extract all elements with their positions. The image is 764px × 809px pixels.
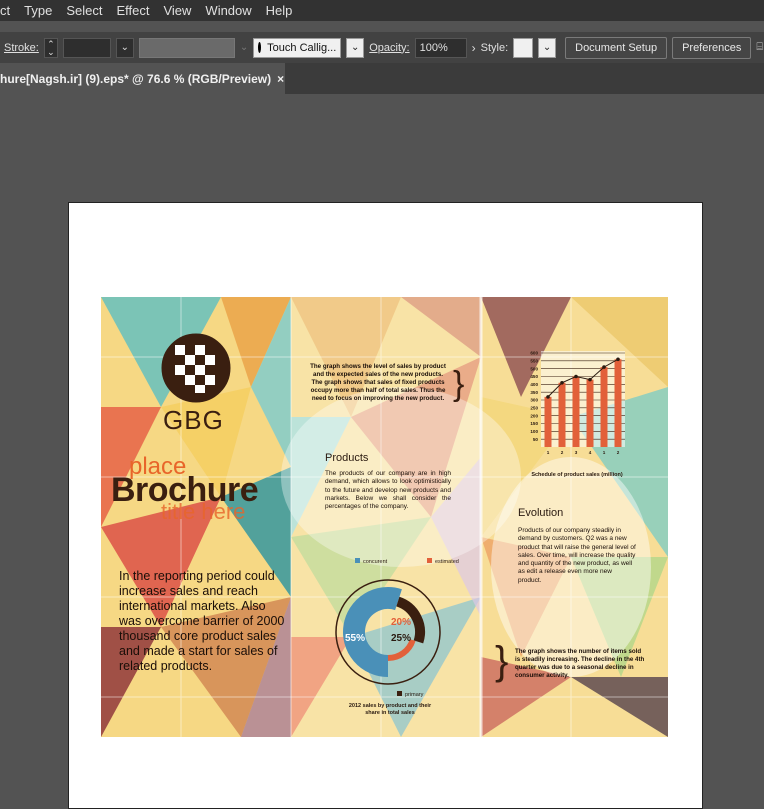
bar-chart-caption: Schedule of product sales (million) [531, 472, 623, 478]
legend-concurrent: concurent [355, 558, 387, 565]
menu-view[interactable]: View [156, 3, 198, 18]
bar-ytick-label: 450 [530, 374, 538, 379]
donut-pct-20: 20% [391, 617, 412, 628]
stroke-weight-field[interactable] [62, 37, 111, 58]
bar-trend-point [602, 365, 606, 369]
brush-name: Touch Callig... [267, 41, 337, 54]
globe-logo-icon [161, 333, 231, 403]
stroke-label: Stroke: [4, 41, 39, 54]
bar [544, 396, 552, 447]
bar-xtick-label: 3 [575, 450, 578, 455]
legend-primary: primary [397, 691, 423, 698]
bar-trend-point [546, 395, 550, 399]
bar-ytick-label: 150 [530, 421, 538, 426]
bracket-icon: } [495, 639, 509, 683]
bar-ytick-label: 550 [530, 358, 538, 363]
donut-chart [335, 579, 441, 685]
chevron-down-icon: ⌄ [542, 42, 552, 53]
brochure-artwork[interactable]: GBG place Brochure title here In the rep… [101, 297, 668, 737]
brush-definition[interactable]: Touch Callig... [253, 37, 342, 58]
bracket-icon: } [453, 365, 465, 403]
legend-swatch-blue [355, 558, 360, 563]
evolution-body: Products of our company steadily in dema… [518, 527, 636, 584]
menu-type[interactable]: Type [17, 3, 59, 18]
bar-xtick-label: 1 [603, 450, 606, 455]
donut-caption: 2012 sales by product and their share in… [348, 703, 432, 716]
menu-bar: ct Type Select Effect View Window Help [0, 0, 764, 21]
arrange-icon[interactable]: ⌸ [756, 41, 763, 54]
bar-ytick-label: 600 [530, 351, 538, 356]
stroke-stepper[interactable]: ⌃ ⌄ [43, 37, 58, 58]
bar-ytick-label: 350 [530, 390, 538, 395]
chevron-down-icon: ⌄ [120, 42, 130, 53]
chevron-down-icon[interactable]: ⌄ [240, 42, 248, 53]
bar-ytick-label: 400 [530, 382, 538, 387]
variable-width-profile[interactable] [138, 37, 235, 58]
left-body-text: In the reporting period could increase s… [119, 569, 285, 673]
chevron-down-icon: ⌄ [351, 42, 360, 53]
chevron-right-icon[interactable]: › [472, 41, 476, 55]
bar-trend-point [616, 357, 620, 362]
bar [558, 382, 566, 447]
brush-dropdown[interactable]: ⌄ [346, 37, 365, 58]
legend-estimated: estimated [427, 558, 459, 565]
evolution-heading: Evolution [518, 507, 564, 519]
products-body: The products of our company are in high … [325, 470, 451, 511]
bar [572, 376, 580, 447]
bar-ytick-label: 300 [530, 398, 538, 403]
title-sub: title here [161, 499, 246, 524]
legend-swatch-orange [427, 558, 432, 563]
bar [600, 367, 608, 447]
document-tab-title: hure[Nagsh.ir] (9).eps* @ 76.6 % (RGB/Pr… [0, 71, 272, 86]
preferences-button[interactable]: Preferences [672, 36, 752, 59]
style-dropdown[interactable]: ⌄ [538, 37, 557, 58]
stroke-weight-dropdown[interactable]: ⌄ [115, 37, 134, 58]
close-icon[interactable]: × [277, 72, 284, 86]
products-heading: Products [325, 452, 369, 464]
bar-trend-point [588, 377, 592, 382]
legend-primary-label: primary [405, 692, 424, 698]
bar [586, 379, 594, 447]
menu-window[interactable]: Window [198, 3, 258, 18]
bar-plot-area [541, 351, 625, 447]
brush-dot-icon [258, 42, 262, 53]
bar-chart: 50 100 150 200 250 300 350 400 450 500 550 600 1 2 3 4 1… [530, 351, 625, 455]
bar-ytick-label: 500 [530, 366, 538, 371]
bar-ytick-label: 50 [533, 437, 539, 442]
logo-text: GBG [163, 405, 224, 435]
mid-intro-text: The graph shows the level of sales by pr… [310, 363, 446, 402]
document-tab[interactable]: hure[Nagsh.ir] (9).eps* @ 76.6 % (RGB/Pr… [0, 63, 285, 94]
opacity-field[interactable]: 100% [414, 37, 467, 58]
right-bottom-text: The graph shows the number of items sold… [515, 648, 645, 679]
legend-estimated-label: estimated [435, 559, 459, 565]
style-swatch[interactable] [513, 37, 534, 58]
bar-trend-point [560, 380, 564, 385]
bar-xtick-label: 2 [561, 450, 564, 455]
document-setup-button[interactable]: Document Setup [565, 36, 668, 59]
control-bar: Stroke: ⌃ ⌄ ⌄ ⌄ Touch Callig... ⌄ Opacity… [0, 32, 764, 63]
menu-help[interactable]: Help [259, 3, 300, 18]
bar-xtick-label: 2 [617, 450, 620, 455]
bar-xtick-label: 1 [547, 450, 550, 455]
bar-trend-point [574, 374, 578, 379]
style-label: Style: [480, 41, 509, 54]
menu-select[interactable]: Select [59, 3, 109, 18]
menu-object[interactable]: ct [0, 3, 17, 18]
legend-concurrent-label: concurent [363, 559, 388, 565]
bar [614, 359, 622, 447]
bar-ytick-label: 100 [530, 429, 538, 434]
donut-pct-55: 55% [345, 633, 366, 644]
legend-swatch-dark [397, 691, 402, 696]
bar-ytick-label: 250 [530, 405, 538, 410]
donut-pct-25: 25% [391, 633, 412, 644]
tab-row: hure[Nagsh.ir] (9).eps* @ 76.6 % (RGB/Pr… [0, 63, 764, 94]
stepper-down-icon[interactable]: ⌄ [47, 47, 55, 56]
bar-ytick-label: 200 [530, 413, 538, 418]
bar-xtick-label: 4 [589, 450, 592, 455]
opacity-label[interactable]: Opacity: [369, 42, 409, 54]
menu-effect[interactable]: Effect [109, 3, 156, 18]
